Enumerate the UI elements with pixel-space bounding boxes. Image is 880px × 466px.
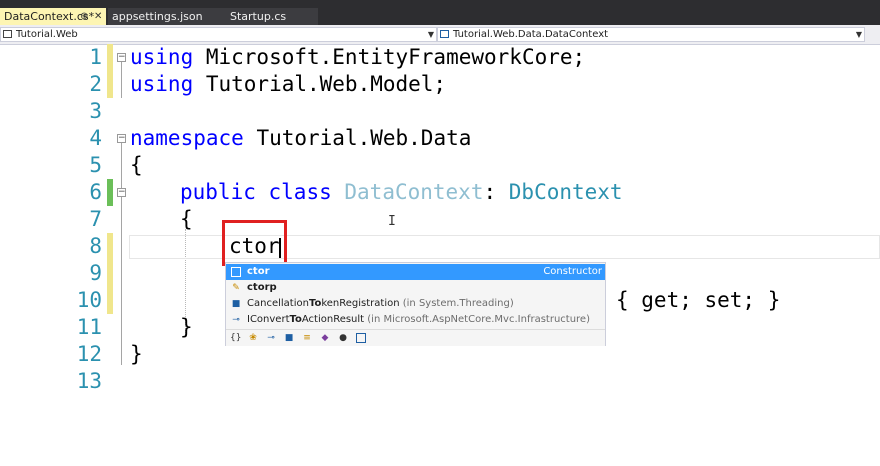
completion-namespace: (in Microsoft.AspNetCore.Mvc.Infrastruct… — [364, 314, 590, 325]
code-text: Tutorial.Web.Model; — [193, 72, 447, 96]
collapse-icon[interactable]: − — [117, 134, 126, 143]
snippet-filter-icon[interactable] — [356, 333, 366, 343]
navigation-bar: Tutorial.Web ▼ Tutorial.Web.Data.DataCon… — [0, 25, 880, 45]
code-line-2: using Tutorial.Web.Model; — [130, 71, 446, 98]
chevron-down-icon[interactable]: ▼ — [428, 28, 434, 41]
struct-icon: ■ — [231, 299, 241, 309]
line-number: 7 — [89, 207, 102, 231]
completion-description: Constructor — [543, 266, 602, 277]
outline-guide — [121, 62, 122, 98]
completion-filter-bar: {} ❀ ⊸ ■ ≡ ◆ ● — [226, 329, 605, 346]
base-type: DbContext — [508, 180, 623, 204]
completion-label: ctorp — [247, 282, 277, 293]
line-number: 1 — [89, 45, 102, 69]
csharp-project-icon — [3, 30, 12, 38]
keyword: using — [130, 72, 194, 96]
class-icon — [440, 30, 449, 38]
tab-datacontext[interactable]: DataContext.cs* ⊕ ✕ — [0, 8, 106, 25]
extension-method-filter-icon[interactable]: ● — [338, 333, 348, 343]
code-line-5: { — [130, 153, 143, 177]
struct-filter-icon[interactable]: ■ — [284, 333, 294, 343]
line-number: 2 — [89, 72, 102, 96]
completion-label: ctor — [247, 266, 270, 277]
line-number: 10 — [76, 288, 102, 312]
outline-guide — [121, 143, 122, 365]
project-dropdown[interactable]: Tutorial.Web ▼ — [0, 27, 437, 42]
unsaved-change-marker — [107, 71, 113, 98]
keyword: class — [268, 180, 332, 204]
saved-change-marker — [107, 179, 113, 206]
code-line-4: namespace Tutorial.Web.Data — [130, 125, 471, 152]
keyword: public — [180, 180, 256, 204]
tab-label: appsettings.json — [112, 10, 203, 23]
code-line-10-tail: { get; set; } — [616, 288, 781, 312]
interface-filter-icon[interactable]: ⊸ — [266, 333, 276, 343]
code-line-12: } — [130, 342, 143, 366]
unsaved-change-marker — [107, 44, 113, 71]
line-number: 5 — [89, 153, 102, 177]
code-line-1: using Microsoft.EntityFrameworkCore; — [130, 44, 585, 71]
class-name: DataContext — [344, 180, 484, 204]
intellisense-popup[interactable]: ctor Constructor ✎ ctorp ■ CancellationT… — [225, 262, 606, 346]
pin-icon[interactable]: ⊕ — [80, 8, 88, 25]
keyword: using — [130, 45, 194, 69]
class-filter-icon[interactable]: ❀ — [248, 333, 258, 343]
ibeam-cursor-icon: I — [388, 214, 396, 229]
completion-item-cancellationtokenregistration[interactable]: ■ CancellationTokenRegistration (in Syst… — [226, 296, 605, 312]
project-name: Tutorial.Web — [16, 29, 78, 40]
completion-item-ctorp[interactable]: ✎ ctorp — [226, 280, 605, 296]
collapse-icon[interactable]: − — [117, 188, 126, 197]
completion-namespace: (in System.Threading) — [399, 298, 514, 309]
line-number: 3 — [89, 99, 102, 123]
completion-label-suffix: kenRegistration — [321, 298, 400, 309]
completion-label-prefix: IConvert — [247, 314, 290, 325]
tab-label: Startup.cs — [230, 10, 287, 23]
line-number: 4 — [89, 126, 102, 150]
close-icon[interactable]: ✕ — [94, 8, 102, 25]
unsaved-change-marker — [107, 233, 113, 314]
snippet-icon: ✎ — [232, 283, 240, 293]
keyword: namespace — [130, 126, 244, 150]
line-number: 8 — [89, 234, 102, 258]
snippet-icon — [231, 267, 241, 277]
completion-label-prefix: Cancellation — [247, 298, 309, 309]
line-number: 9 — [89, 261, 102, 285]
code-line-11: } — [180, 315, 193, 339]
interface-icon: ⊸ — [232, 315, 240, 325]
type-name: Tutorial.Web.Data.DataContext — [453, 29, 609, 40]
type-dropdown[interactable]: Tutorial.Web.Data.DataContext ▼ — [437, 27, 865, 42]
completion-item-iconverttoactionresult[interactable]: ⊸ IConvertToActionResult (in Microsoft.A… — [226, 312, 605, 328]
code-line-6: public class DataContext: DbContext — [180, 179, 623, 206]
completion-label-match: To — [289, 314, 302, 325]
code-line-7: { — [180, 207, 193, 231]
enum-filter-icon[interactable]: ≡ — [302, 333, 312, 343]
collapse-icon[interactable]: − — [117, 53, 126, 62]
namespace-filter-icon[interactable]: {} — [230, 333, 241, 343]
tab-appsettings[interactable]: appsettings.json — [108, 8, 228, 25]
line-number: 13 — [76, 369, 102, 393]
chevron-down-icon[interactable]: ▼ — [856, 28, 862, 41]
completion-label-suffix: ActionResult — [301, 314, 365, 325]
completion-item-ctor[interactable]: ctor Constructor — [226, 264, 605, 280]
code-editor[interactable]: 1 2 3 4 5 6 7 8 9 10 11 12 13 − − − usin… — [0, 44, 880, 466]
tab-startup[interactable]: Startup.cs — [226, 8, 318, 25]
highlight-box — [222, 220, 287, 266]
line-number: 11 — [76, 315, 102, 339]
line-number: 6 — [89, 180, 102, 204]
code-text: Microsoft.EntityFrameworkCore; — [193, 45, 586, 69]
code-text: : — [483, 180, 497, 204]
line-number: 12 — [76, 342, 102, 366]
code-text: Tutorial.Web.Data — [243, 126, 472, 150]
document-tab-strip: DataContext.cs* ⊕ ✕ appsettings.json Sta… — [0, 0, 880, 25]
completion-label-match: To — [308, 298, 322, 309]
delegate-filter-icon[interactable]: ◆ — [320, 333, 330, 343]
